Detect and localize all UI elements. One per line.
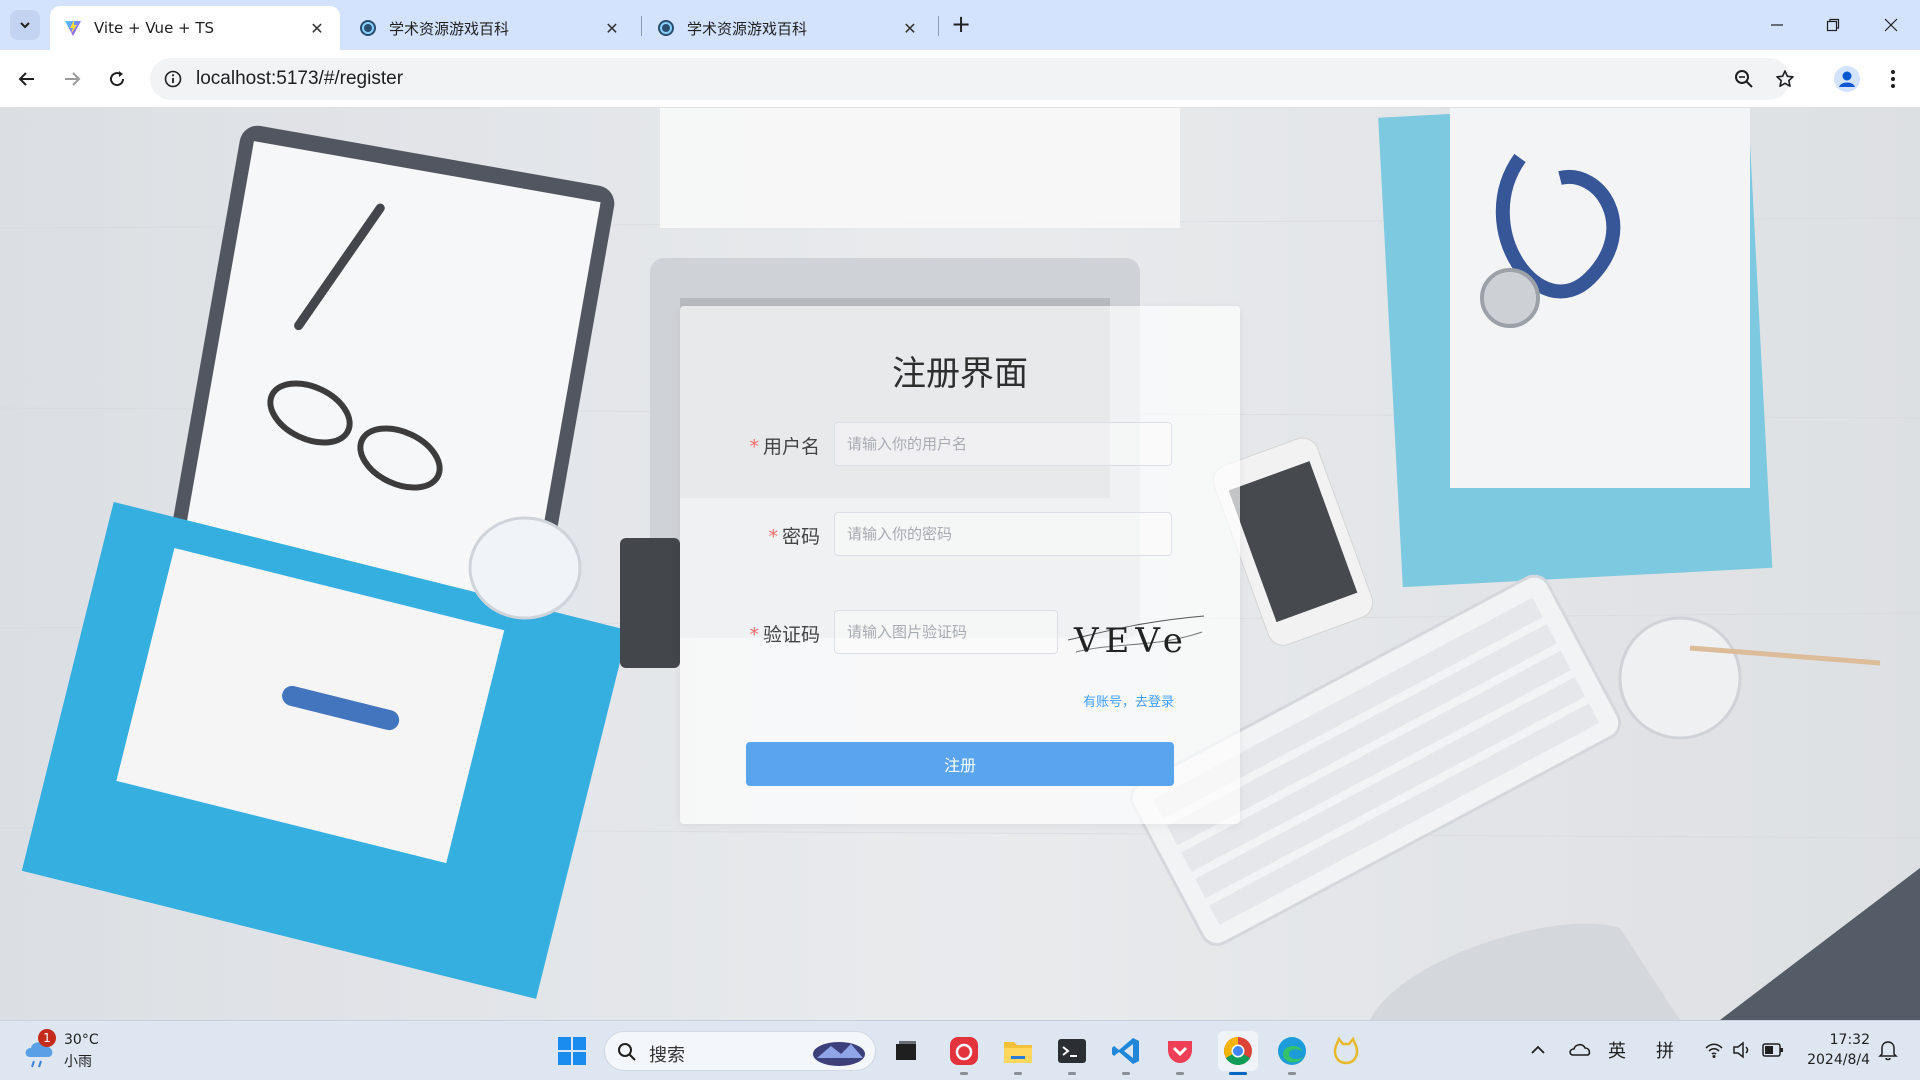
wifi-icon[interactable] [1704,1041,1724,1059]
edge-icon [1278,1037,1306,1065]
windows-logo-icon [558,1037,586,1065]
profile-button[interactable] [1832,64,1862,94]
chevron-down-icon [20,22,30,29]
reload-button[interactable] [102,64,132,94]
tab-separator [641,16,642,36]
profile-icon [1834,66,1860,92]
netease-music-icon [950,1037,978,1065]
username-label: * 用户名 [749,436,820,458]
register-page: 注册界面 *用户名 *密码 *验证码 VEVe 有账号，去登录 注册 [0,108,1920,1020]
windows-taskbar: 1 30°C 小雨 搜索 英 拼 17:32 2024/8/4 [0,1020,1920,1080]
close-window-button[interactable] [1876,10,1906,40]
site-icon [658,20,674,36]
taskbar-search[interactable]: 搜索 [604,1031,876,1071]
tab-site-1[interactable]: 学术资源游戏百科 ✕ [345,6,635,50]
new-tab-button[interactable]: + [948,12,974,38]
edge-app[interactable] [1272,1031,1312,1075]
tab-title: 学术资源游戏百科 [687,19,808,38]
reload-icon [110,71,125,87]
register-button[interactable]: 注册 [746,742,1174,786]
task-view-icon [896,1041,916,1060]
required-asterisk: * [768,526,778,548]
captcha-input[interactable] [834,610,1058,654]
username-row: * 用户名 [680,422,1240,466]
tab-vite[interactable]: Vite + Vue + TS ✕ [50,6,340,50]
ime-mode-indicator[interactable]: 拼 [1656,1037,1674,1063]
battery-icon[interactable] [1762,1042,1784,1058]
zoom-icon[interactable] [1731,66,1757,92]
address-bar[interactable]: localhost:5173/#/register [150,58,1794,100]
site-info-icon[interactable] [160,66,186,92]
weather-widget[interactable]: 1 30°C 小雨 [22,1029,142,1073]
captcha-label: * 验证码 [749,624,820,646]
restore-icon [1826,18,1840,32]
browser-tab-strip: Vite + Vue + TS ✕ 学术资源游戏百科 ✕ 学术资源游戏百科 ✕ … [0,0,1920,50]
captcha-image[interactable]: VEVe [1066,612,1206,660]
minimize-button[interactable] [1762,10,1792,40]
tab-title: Vite + Vue + TS [94,19,215,37]
browser-toolbar: localhost:5173/#/register [0,50,1920,108]
required-asterisk: * [749,624,759,646]
search-label: 搜索 [649,1045,685,1066]
search-highlight-icon [813,1042,865,1066]
volume-icon[interactable] [1732,1040,1752,1060]
chevron-up-icon[interactable] [1530,1043,1546,1057]
password-label: * 密码 [768,526,820,548]
go-to-login-link[interactable]: 有账号，去登录 [1083,691,1174,710]
tab-title: 学术资源游戏百科 [389,19,510,38]
bookmark-star-icon[interactable] [1772,66,1798,92]
task-view-button[interactable] [886,1031,926,1071]
file-explorer-app[interactable] [998,1031,1038,1075]
vite-icon [65,20,81,36]
weather-condition: 小雨 [64,1054,92,1070]
notification-badge: 1 [38,1029,56,1047]
pocket-app[interactable] [1160,1031,1200,1075]
password-input[interactable] [834,512,1172,556]
vscode-app[interactable] [1106,1031,1146,1075]
forward-button[interactable] [57,64,87,94]
terminal-icon [1058,1039,1086,1063]
system-clock[interactable]: 17:32 2024/8/4 [1800,1030,1870,1070]
vscode-icon [1112,1038,1139,1064]
notification-bell-icon[interactable] [1878,1039,1898,1061]
kebab-menu-icon [1891,70,1895,88]
captcha-row: *验证码 VEVe [680,610,1240,660]
tab-search-button[interactable] [10,10,40,40]
required-asterisk: * [749,436,759,458]
chrome-icon [1224,1037,1252,1065]
tab-site-2[interactable]: 学术资源游戏百科 ✕ [643,6,933,50]
minimize-icon [1771,24,1783,26]
input-language-indicator[interactable]: 英 [1608,1037,1626,1063]
start-button[interactable] [552,1031,592,1071]
chrome-app[interactable] [1218,1031,1258,1075]
cat-app-icon [1333,1036,1359,1065]
back-button[interactable] [12,64,42,94]
page-title: 注册界面 [892,354,1028,394]
close-icon[interactable]: ✕ [901,19,919,38]
captcha-text: VEVe [1073,621,1189,660]
terminal-app[interactable] [1052,1031,1092,1075]
register-card: 注册界面 *用户名 *密码 *验证码 VEVe 有账号，去登录 注册 [680,306,1240,824]
close-icon[interactable]: ✕ [308,19,326,38]
netease-music-app[interactable] [944,1031,984,1075]
search-icon [618,1043,636,1061]
site-icon [360,20,376,36]
arrow-left-icon [18,72,34,86]
pocket-icon [1168,1041,1192,1063]
username-input[interactable] [834,422,1172,466]
clock-date: 2024/8/4 [1807,1052,1870,1068]
other-app[interactable] [1326,1031,1366,1071]
arrow-right-icon [65,72,81,86]
close-icon [1884,18,1898,32]
weather-temperature: 30°C [64,1032,99,1048]
folder-icon [1004,1042,1032,1063]
close-icon[interactable]: ✕ [603,19,621,38]
browser-menu-button[interactable] [1878,64,1908,94]
clock-time: 17:32 [1829,1032,1870,1048]
url-text: localhost:5173/#/register [196,68,404,89]
restore-button[interactable] [1818,10,1848,40]
tab-separator [938,16,939,36]
password-row: * 密码 [680,512,1240,556]
onedrive-icon[interactable] [1568,1039,1592,1059]
